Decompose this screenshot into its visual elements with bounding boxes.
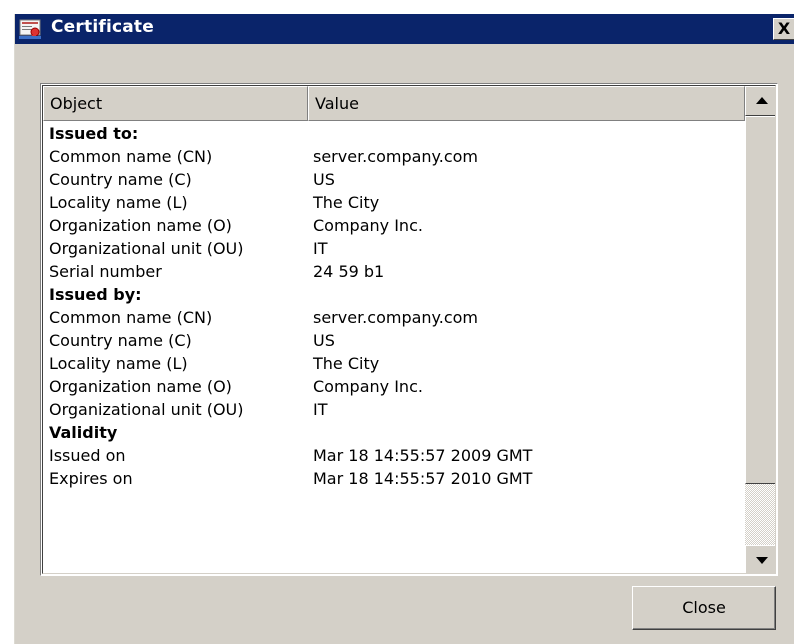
section-title: Validity: [49, 423, 118, 442]
value-cell: The City: [313, 354, 380, 373]
value-cell: Mar 18 14:55:57 2010 GMT: [313, 469, 533, 488]
section-header-row[interactable]: Issued to:: [43, 122, 745, 145]
table-row[interactable]: Locality name (L) The City: [43, 352, 745, 375]
title-bar[interactable]: Certificate X: [15, 14, 794, 44]
section-title: Issued to:: [49, 124, 139, 143]
section-header-row[interactable]: Validity: [43, 421, 745, 444]
column-header-value[interactable]: Value: [308, 86, 745, 121]
close-icon: X: [777, 19, 791, 38]
scroll-thumb[interactable]: [745, 116, 775, 484]
list-rows: Issued to: Common name (CN) server.company…: [43, 122, 745, 490]
object-cell: Issued on: [49, 446, 126, 465]
value-cell: US: [313, 331, 335, 350]
object-cell: Common name (CN): [49, 308, 213, 327]
table-row[interactable]: Organizational unit (OU) IT: [43, 398, 745, 421]
list-content: Object Value Issued to: Common name (CN) s…: [42, 85, 776, 574]
table-row[interactable]: Organization name (O) Company Inc.: [43, 214, 745, 237]
value-cell: IT: [313, 400, 328, 419]
value-cell: Company Inc.: [313, 377, 423, 396]
arrow-up-icon: [756, 97, 768, 104]
value-cell: 24 59 b1: [313, 262, 385, 281]
table-row[interactable]: Locality name (L) The City: [43, 191, 745, 214]
value-cell: server.company.com: [313, 308, 478, 327]
object-cell: Organizational unit (OU): [49, 400, 244, 419]
table-row[interactable]: Country name (C) US: [43, 168, 745, 191]
scroll-track[interactable]: [745, 484, 775, 545]
section-header-row[interactable]: Issued by:: [43, 283, 745, 306]
table-row[interactable]: Expires on Mar 18 14:55:57 2010 GMT: [43, 467, 745, 490]
value-cell: server.company.com: [313, 147, 478, 166]
scroll-up-button[interactable]: [745, 86, 775, 116]
value-cell: The City: [313, 193, 380, 212]
table-row[interactable]: Organization name (O) Company Inc.: [43, 375, 745, 398]
table-row[interactable]: Common name (CN) server.company.com: [43, 306, 745, 329]
value-cell: Company Inc.: [313, 216, 423, 235]
object-cell: Country name (C): [49, 170, 192, 189]
table-row[interactable]: Country name (C) US: [43, 329, 745, 352]
table-row[interactable]: Serial number 24 59 b1: [43, 260, 745, 283]
object-cell: Common name (CN): [49, 147, 213, 166]
object-cell: Organization name (O): [49, 216, 232, 235]
table-row[interactable]: Organizational unit (OU) IT: [43, 237, 745, 260]
arrow-down-icon: [756, 557, 768, 564]
value-cell: Mar 18 14:55:57 2009 GMT: [313, 446, 533, 465]
certificate-dialog: Certificate X Object Value Issued to: Com…: [14, 14, 794, 644]
object-cell: Organizational unit (OU): [49, 239, 244, 258]
section-title: Issued by:: [49, 285, 142, 304]
vertical-scrollbar[interactable]: [745, 86, 775, 573]
value-cell: IT: [313, 239, 328, 258]
object-cell: Locality name (L): [49, 354, 188, 373]
close-window-button[interactable]: X: [773, 18, 794, 40]
object-cell: Country name (C): [49, 331, 192, 350]
value-cell: US: [313, 170, 335, 189]
object-cell: Organization name (O): [49, 377, 232, 396]
table-row[interactable]: Issued on Mar 18 14:55:57 2009 GMT: [43, 444, 745, 467]
scroll-down-button[interactable]: [745, 545, 775, 573]
object-cell: Expires on: [49, 469, 133, 488]
window-title: Certificate: [51, 17, 154, 37]
column-header-object[interactable]: Object: [43, 86, 308, 121]
certificate-icon: [19, 19, 41, 39]
certificate-details-list: Object Value Issued to: Common name (CN) s…: [40, 83, 778, 576]
list-header: Object Value: [43, 86, 745, 121]
close-button[interactable]: Close: [632, 586, 776, 630]
table-row[interactable]: Common name (CN) server.company.com: [43, 145, 745, 168]
object-cell: Serial number: [49, 262, 162, 281]
object-cell: Locality name (L): [49, 193, 188, 212]
